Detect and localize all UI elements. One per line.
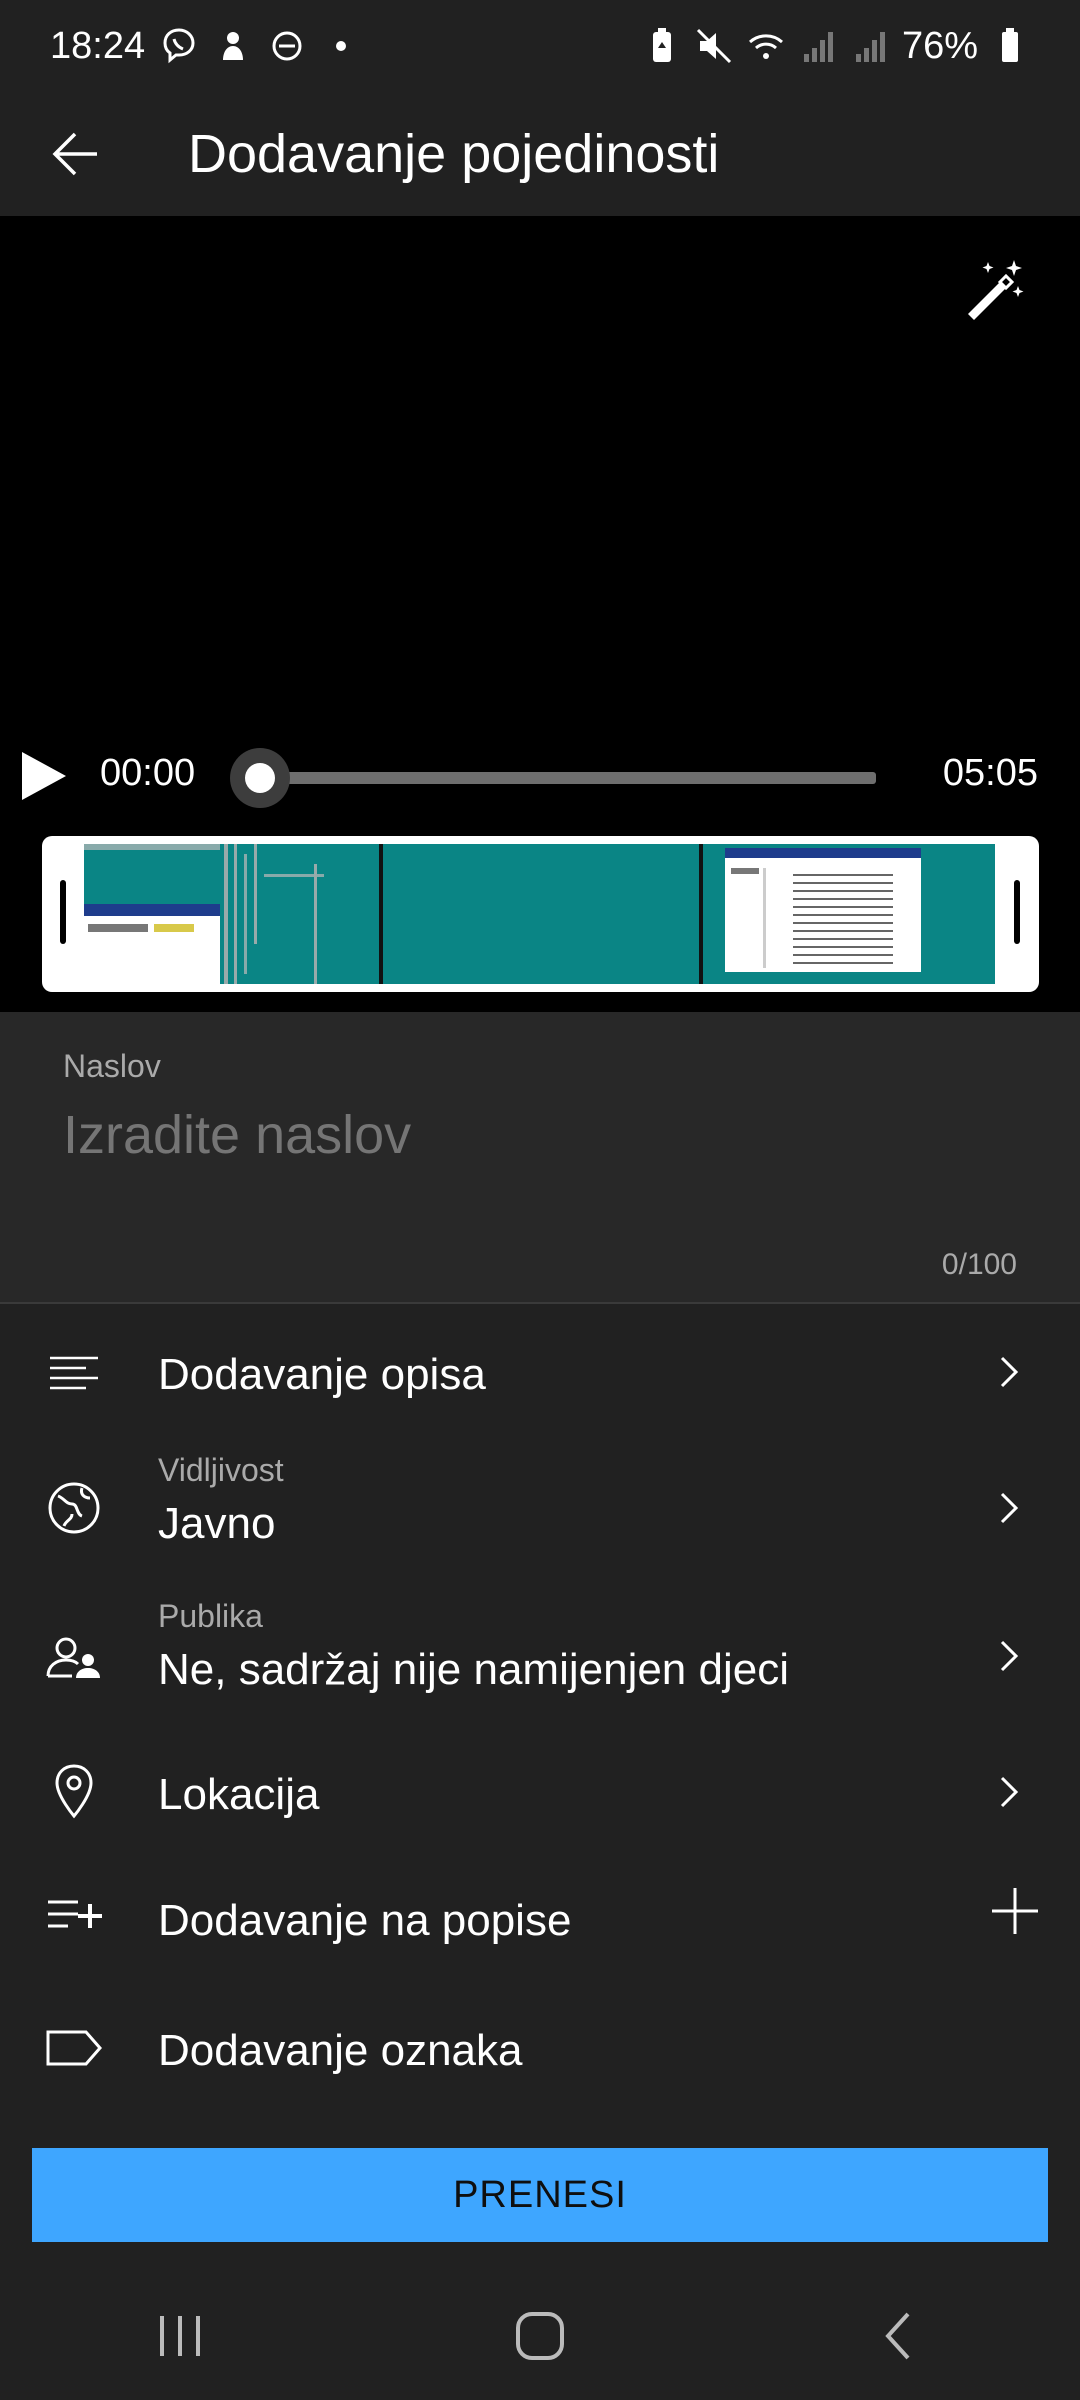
clock: 18:24: [50, 24, 146, 67]
visibility-row[interactable]: Vidljivost Javno: [0, 1442, 1080, 1574]
add-tags-row[interactable]: Dodavanje oznaka: [0, 1988, 1080, 2112]
chevron-right-icon: [988, 1772, 1028, 1812]
wifi-icon: [746, 26, 786, 66]
system-nav-bar: [0, 2272, 1080, 2400]
playlist-add-icon: [44, 1888, 104, 1948]
location-row[interactable]: Lokacija: [0, 1730, 1080, 1856]
home-icon: [516, 2312, 564, 2360]
play-button[interactable]: [14, 746, 74, 806]
add-description-row[interactable]: Dodavanje opisa: [0, 1316, 1080, 1436]
notification-icon: [213, 26, 253, 66]
recent-apps-button[interactable]: [130, 2286, 230, 2386]
title-input[interactable]: [63, 1104, 1013, 1166]
battery-percent: 76%: [901, 24, 978, 67]
home-button[interactable]: [490, 2286, 590, 2386]
title-label: Naslov: [63, 1048, 161, 1084]
current-time: 00:00: [100, 752, 196, 794]
magic-wand-icon: [968, 260, 1024, 320]
viber-icon: [159, 26, 199, 66]
back-arrow-icon: [52, 132, 97, 176]
thumbnail-frames: [84, 844, 995, 984]
battery-saver-icon: [642, 26, 682, 66]
add-description-label: Dodavanje opisa: [158, 1350, 486, 1399]
audience-icon: [44, 1628, 104, 1688]
audience-sublabel: Publika: [158, 1598, 263, 1634]
location-pin-icon: [44, 1762, 104, 1822]
visibility-sublabel: Vidljivost: [158, 1452, 284, 1488]
mute-icon: [694, 26, 734, 66]
thumbnail-frame: [699, 844, 995, 984]
video-preview[interactable]: 00:00 05:05: [0, 216, 1080, 1012]
signal-icon: [798, 26, 838, 66]
system-back-button[interactable]: [850, 2286, 950, 2386]
audience-row[interactable]: Publika Ne, sadržaj nije namijenjen djec…: [0, 1590, 1080, 1722]
dnd-icon: [267, 26, 307, 66]
recent-apps-icon: [160, 2316, 200, 2356]
chevron-right-icon: [988, 1636, 1028, 1676]
description-icon: [44, 1346, 104, 1406]
app-bar: Dodavanje pojedinosti: [0, 92, 1080, 216]
total-time: 05:05: [942, 752, 1038, 794]
battery-icon: [990, 26, 1030, 66]
magic-wand-button[interactable]: [958, 254, 1030, 326]
thumbnail-frame: [84, 844, 379, 984]
chevron-right-icon: [988, 1352, 1028, 1392]
title-char-counter: 0/100: [941, 1248, 1017, 1281]
upload-button[interactable]: PRENESI: [32, 2148, 1048, 2242]
thumbnail-frame: [379, 844, 699, 984]
audience-value: Ne, sadržaj nije namijenjen djeci: [158, 1645, 789, 1694]
add-tags-label: Dodavanje oznaka: [158, 2026, 523, 2075]
seek-thumb[interactable]: [245, 763, 275, 793]
player-controls: 00:00 05:05: [0, 726, 1080, 826]
seek-bar[interactable]: [248, 772, 876, 784]
trim-handle-start[interactable]: [60, 880, 66, 944]
page-title: Dodavanje pojedinosti: [188, 124, 720, 184]
trim-strip[interactable]: [42, 836, 1039, 992]
add-to-playlists-label: Dodavanje na popise: [158, 1896, 572, 1945]
signal-icon: [850, 26, 890, 66]
location-label: Lokacija: [158, 1770, 320, 1819]
plus-icon[interactable]: [988, 1884, 1042, 1938]
back-button[interactable]: [0, 92, 150, 216]
chevron-right-icon: [988, 1488, 1028, 1528]
title-section: Naslov 0/100: [0, 1012, 1080, 1304]
globe-icon: [44, 1478, 104, 1538]
tag-icon: [44, 2018, 104, 2078]
status-bar: 18:24 76%: [0, 0, 1080, 92]
dot-icon: [321, 26, 361, 66]
trim-handle-end[interactable]: [1014, 880, 1020, 944]
play-icon: [22, 752, 66, 800]
visibility-value: Javno: [158, 1499, 276, 1548]
add-to-playlists-row[interactable]: Dodavanje na popise: [0, 1862, 1080, 1982]
chevron-left-icon: [885, 2312, 910, 2360]
